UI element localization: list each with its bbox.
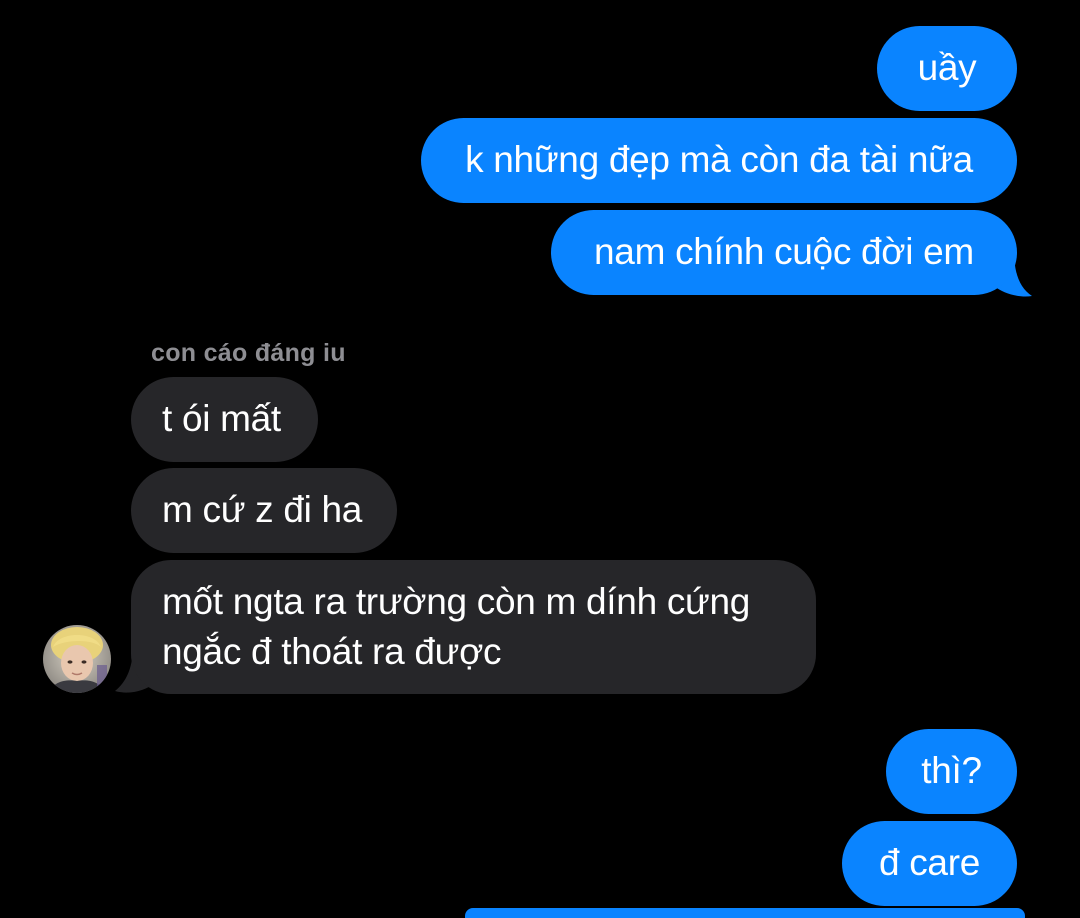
message-thread: uầy k những đẹp mà còn đa tài nữa nam ch…: [0, 0, 1080, 918]
sent-message-bubble[interactable]: uầy: [877, 26, 1017, 111]
received-message-bubble[interactable]: m cứ z đi ha: [131, 468, 397, 553]
sent-message-bubble[interactable]: nam chính cuộc đời em: [551, 210, 1017, 295]
contact-avatar-icon[interactable]: [43, 625, 111, 693]
message-line: ngắc đ thoát ra được: [162, 631, 502, 672]
sent-message-bubble[interactable]: k những đẹp mà còn đa tài nữa: [421, 118, 1017, 203]
next-sent-bubble-edge: [465, 908, 1025, 918]
received-message-bubble[interactable]: mốt ngta ra trường còn m dính cứng ngắc …: [131, 560, 816, 694]
received-message-bubble[interactable]: t ói mất: [131, 377, 318, 462]
sent-message-bubble[interactable]: đ care: [842, 821, 1017, 906]
avatar-photo: [43, 625, 111, 693]
sent-message-bubble[interactable]: thì?: [886, 729, 1017, 814]
sender-name: con cáo đáng iu: [151, 339, 346, 367]
message-line: mốt ngta ra trường còn m dính cứng: [162, 581, 751, 622]
